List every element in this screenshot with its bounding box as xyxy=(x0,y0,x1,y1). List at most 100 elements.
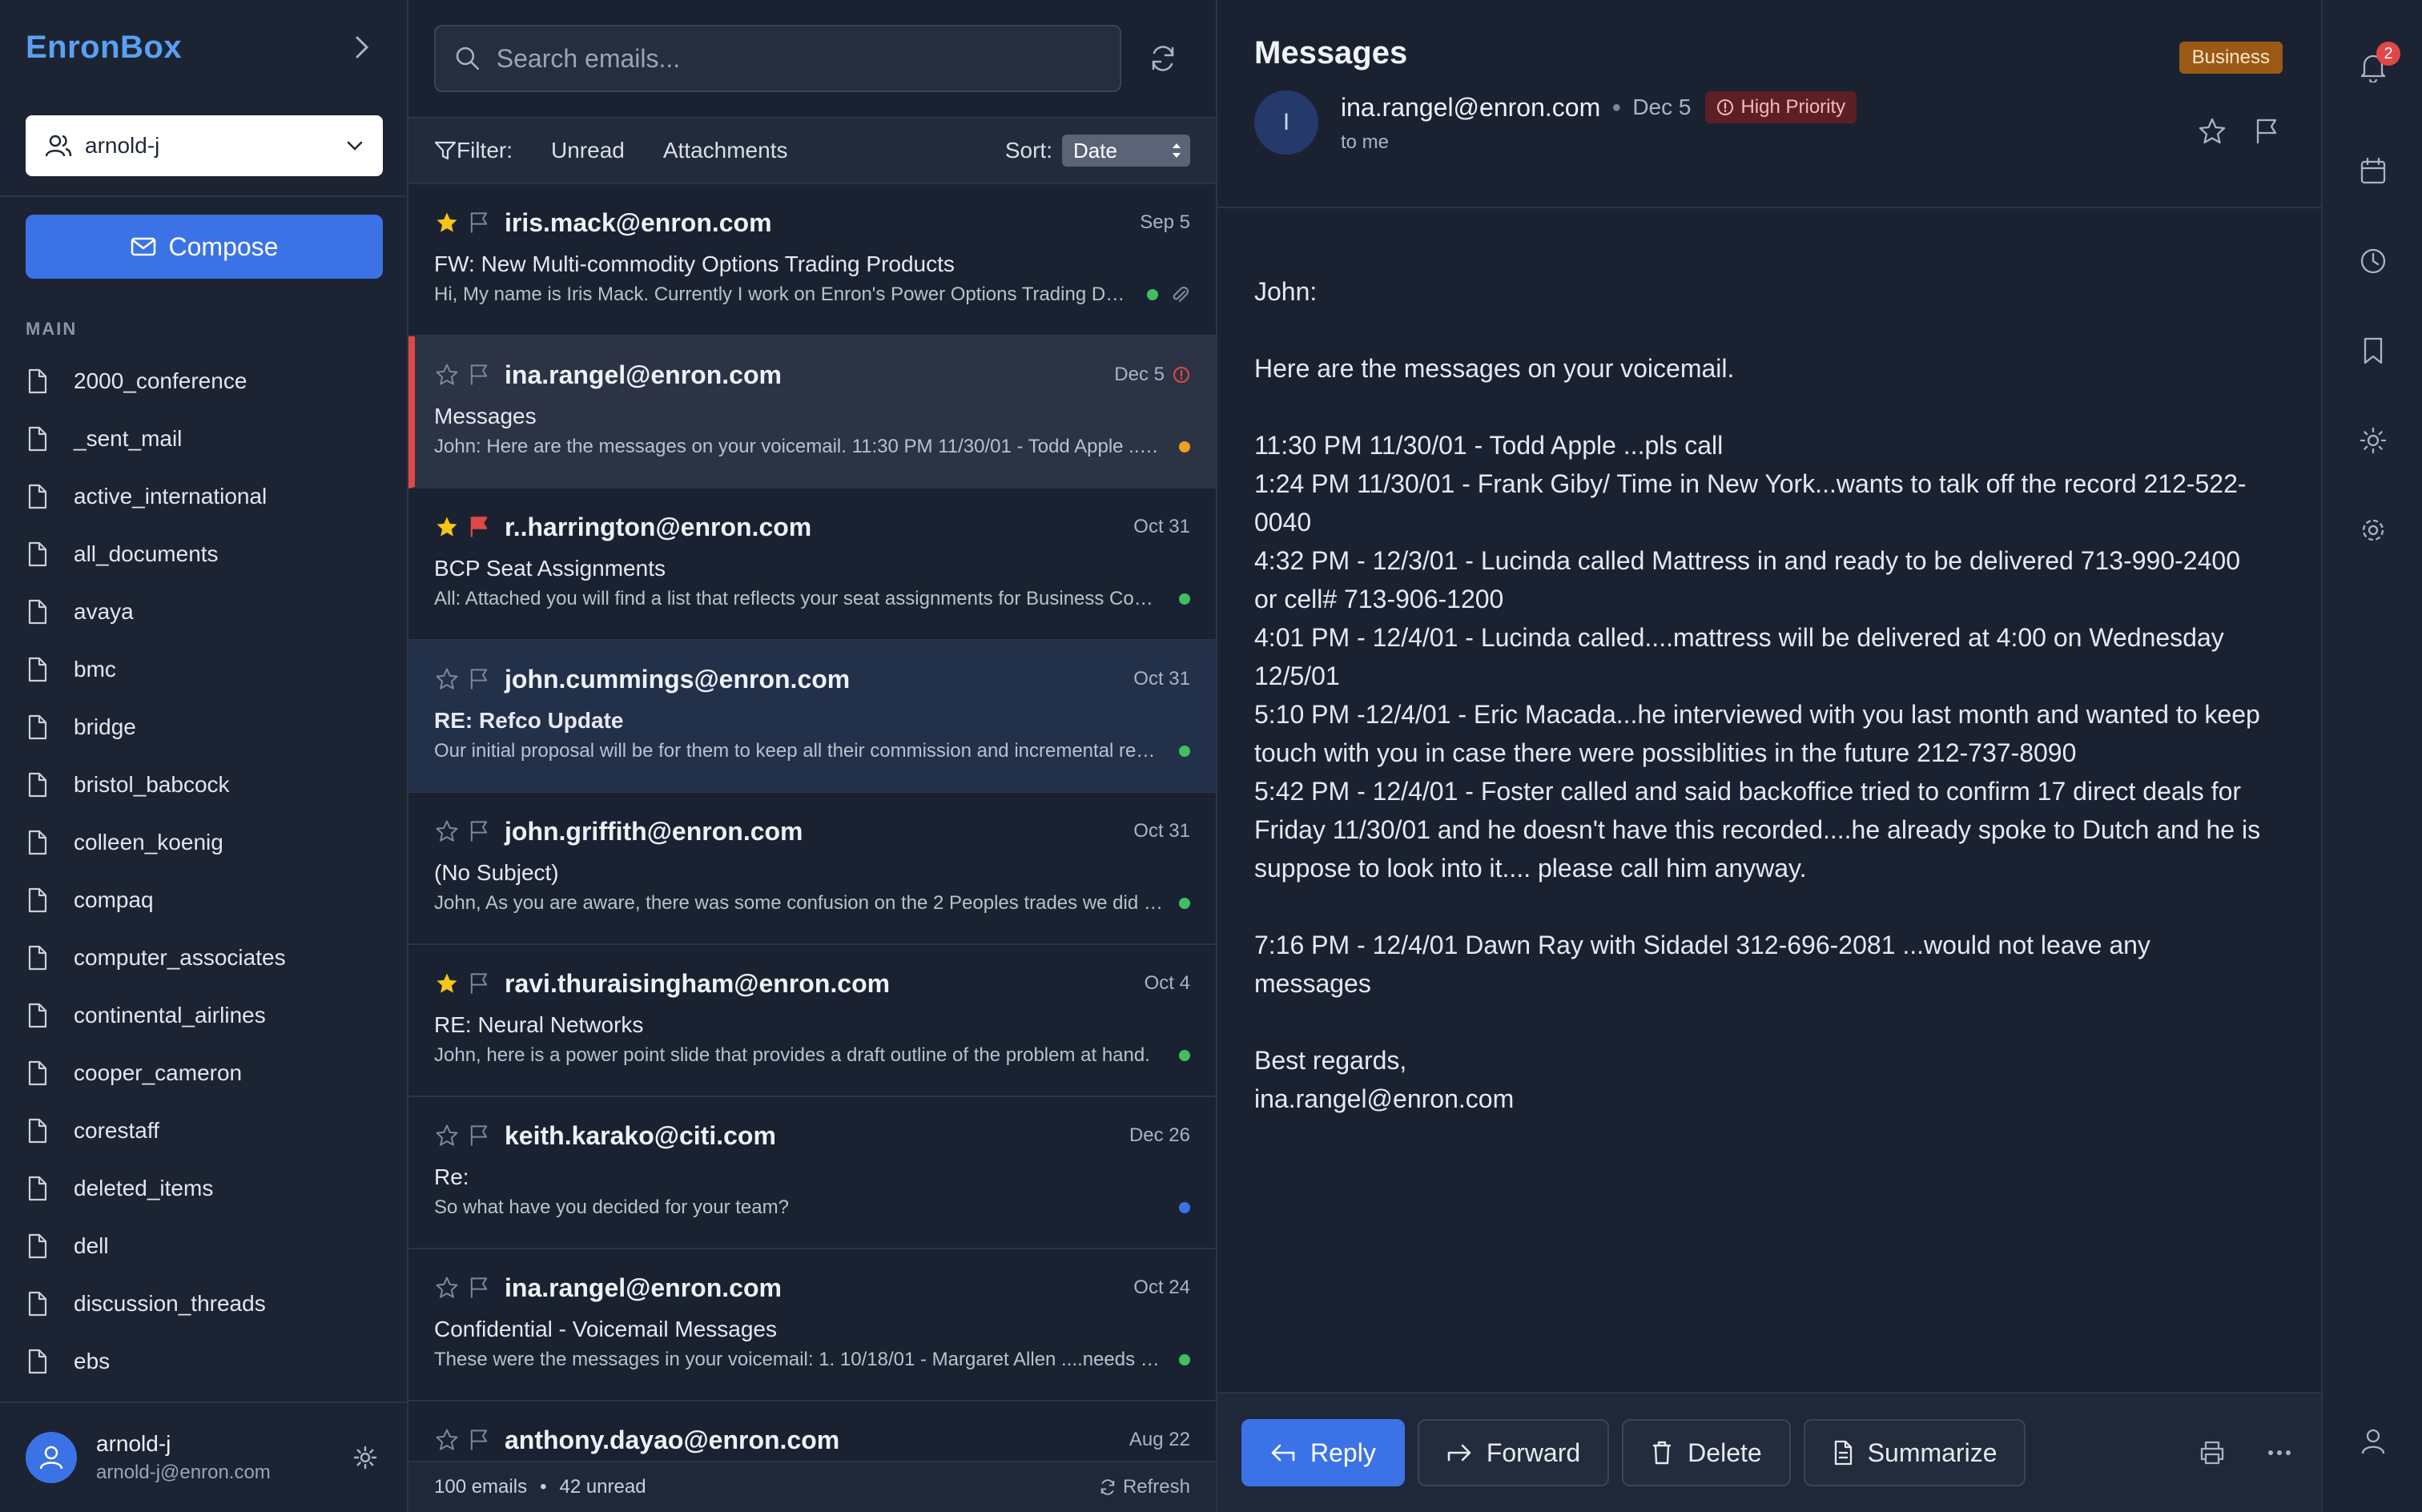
sort-label: Sort: xyxy=(1004,138,1052,163)
email-list-item[interactable]: john.cummings@enron.com Oct 31 RE: Refco U… xyxy=(408,641,1216,793)
summarize-button[interactable]: Summarize xyxy=(1803,1419,2026,1486)
calendar-button[interactable] xyxy=(2357,155,2389,187)
flag-icon[interactable] xyxy=(466,362,492,388)
message-line: 7:16 PM - 12/4/01 Dawn Ray with Sidadel … xyxy=(1254,931,2150,959)
email-list-item[interactable]: anthony.dayao@enron.com Aug 22 xyxy=(408,1401,1216,1461)
gear-icon xyxy=(353,1446,377,1470)
file-icon xyxy=(27,1002,51,1029)
email-date-wrap: Oct 4 xyxy=(1145,972,1190,995)
status-dot xyxy=(1179,1202,1190,1213)
search-box[interactable] xyxy=(434,25,1121,92)
folder-item[interactable]: colleen_koenig xyxy=(0,814,407,871)
folder-item[interactable]: _sent_mail xyxy=(0,410,407,468)
star-icon[interactable] xyxy=(434,666,460,692)
email-item-footer: Hi, My name is Iris Mack. Currently I wo… xyxy=(434,284,1190,306)
flag-icon[interactable] xyxy=(466,1275,492,1301)
print-button[interactable] xyxy=(2195,1435,2230,1470)
filter-toggle[interactable]: Filter: xyxy=(434,138,513,163)
email-list-item[interactable]: r..harrington@enron.com Oct 31 BCP Seat As… xyxy=(408,489,1216,641)
star-icon[interactable] xyxy=(434,1275,460,1301)
notifications-button[interactable]: 2 xyxy=(2357,42,2400,83)
flag-button[interactable] xyxy=(2251,115,2283,147)
email-sender: iris.mack@enron.com xyxy=(505,207,772,237)
folder-item[interactable]: discussion_threads xyxy=(0,1275,407,1333)
flag-icon xyxy=(2256,119,2277,143)
status-dot xyxy=(1179,441,1190,452)
delete-button[interactable]: Delete xyxy=(1622,1419,1791,1486)
history-button[interactable] xyxy=(2357,245,2389,277)
profile-button[interactable] xyxy=(2357,1426,2389,1458)
flag-icon[interactable] xyxy=(466,971,492,996)
footer-refresh-link[interactable]: Refresh xyxy=(1099,1476,1190,1498)
email-list-item[interactable]: ravi.thuraisingham@enron.com Oct 4 RE: Neu… xyxy=(408,945,1216,1097)
star-icon[interactable] xyxy=(434,818,460,844)
search-input[interactable] xyxy=(496,43,1100,74)
reply-button[interactable]: Reply xyxy=(1241,1419,1405,1486)
star-icon[interactable] xyxy=(434,362,460,388)
message-paragraph: Here are the messages on your voicemail. xyxy=(1254,349,2284,388)
email-list-item[interactable]: keith.karako@citi.com Dec 26 Re: So what ha… xyxy=(408,1097,1216,1249)
folder-label: dell xyxy=(74,1233,109,1258)
folder-item[interactable]: cooper_cameron xyxy=(0,1044,407,1102)
email-list-item[interactable]: ina.rangel@enron.com Dec 5 Messages John: H… xyxy=(408,336,1216,489)
folder-item[interactable]: ebs xyxy=(0,1333,407,1390)
folder-item[interactable]: 2000_conference xyxy=(0,352,407,410)
folder-item[interactable]: avaya xyxy=(0,583,407,641)
compose-button[interactable]: Compose xyxy=(26,215,383,279)
folder-item[interactable]: bristol_babcock xyxy=(0,756,407,814)
email-subject: RE: Neural Networks xyxy=(434,1012,644,1037)
email-list-item[interactable]: ina.rangel@enron.com Oct 24 Confidential -… xyxy=(408,1249,1216,1401)
more-options-button[interactable] xyxy=(2262,1435,2297,1470)
message-title: Messages xyxy=(1254,35,1408,70)
flag-icon[interactable] xyxy=(466,666,492,692)
folder-item[interactable]: computer_associates xyxy=(0,929,407,987)
filter-unread[interactable]: Unread xyxy=(551,138,625,163)
star-icon[interactable] xyxy=(434,971,460,996)
star-button[interactable] xyxy=(2196,115,2228,147)
star-icon[interactable] xyxy=(434,1123,460,1148)
folder-item[interactable]: corestaff xyxy=(0,1102,407,1160)
settings-button[interactable] xyxy=(2357,514,2389,546)
user-settings-button[interactable] xyxy=(349,1442,381,1474)
compose-label: Compose xyxy=(168,231,279,261)
folder-label: discussion_threads xyxy=(74,1291,266,1316)
list-footer: 100 emails • 42 unread Refresh xyxy=(408,1461,1216,1512)
folder-item[interactable]: active_international xyxy=(0,468,407,525)
message-line: 11:30 PM 11/30/01 - Todd Apple ...pls ca… xyxy=(1254,431,1724,460)
search-icon xyxy=(456,46,480,70)
account-select[interactable]: arnold-j xyxy=(26,115,383,176)
star-icon[interactable] xyxy=(434,514,460,540)
sort-select-value: Date xyxy=(1073,138,1117,163)
flag-icon[interactable] xyxy=(466,210,492,235)
theme-toggle-button[interactable] xyxy=(2357,424,2389,456)
sender-address[interactable]: ina.rangel@enron.com xyxy=(1341,93,1600,123)
email-list-item[interactable]: john.griffith@enron.com Oct 31 (No Subject… xyxy=(408,793,1216,945)
email-list-item[interactable]: iris.mack@enron.com Sep 5 FW: New Multi-co… xyxy=(408,184,1216,336)
trash-icon xyxy=(1653,1441,1672,1465)
flag-icon[interactable] xyxy=(466,514,492,540)
flag-icon[interactable] xyxy=(466,1427,492,1453)
folder-item[interactable]: all_documents xyxy=(0,525,407,583)
sort-select[interactable]: Date xyxy=(1062,135,1190,167)
printer-icon xyxy=(2200,1441,2224,1465)
folder-item[interactable]: dell xyxy=(0,1217,407,1275)
summarize-label: Summarize xyxy=(1867,1438,1998,1467)
flag-icon[interactable] xyxy=(466,1123,492,1148)
bookmarks-button[interactable] xyxy=(2357,335,2389,367)
folder-item[interactable]: deleted_items xyxy=(0,1160,407,1217)
flag-icon[interactable] xyxy=(466,818,492,844)
email-sender: keith.karako@citi.com xyxy=(505,1120,776,1150)
avatar[interactable] xyxy=(26,1432,77,1483)
filter-attachments[interactable]: Attachments xyxy=(663,138,788,163)
folder-item[interactable]: bridge xyxy=(0,698,407,756)
folder-item[interactable]: compaq xyxy=(0,871,407,929)
forward-button[interactable]: Forward xyxy=(1417,1419,1610,1486)
star-icon[interactable] xyxy=(434,1427,460,1453)
star-icon[interactable] xyxy=(434,210,460,235)
folder-item[interactable]: bmc xyxy=(0,641,407,698)
sender-row: I ina.rangel@enron.com ● Dec 5 High Prio… xyxy=(1254,90,2284,155)
folder-item[interactable]: continental_airlines xyxy=(0,987,407,1044)
collapse-sidebar-button[interactable] xyxy=(346,31,378,63)
user-icon xyxy=(39,1446,63,1470)
refresh-button[interactable] xyxy=(1144,39,1182,78)
